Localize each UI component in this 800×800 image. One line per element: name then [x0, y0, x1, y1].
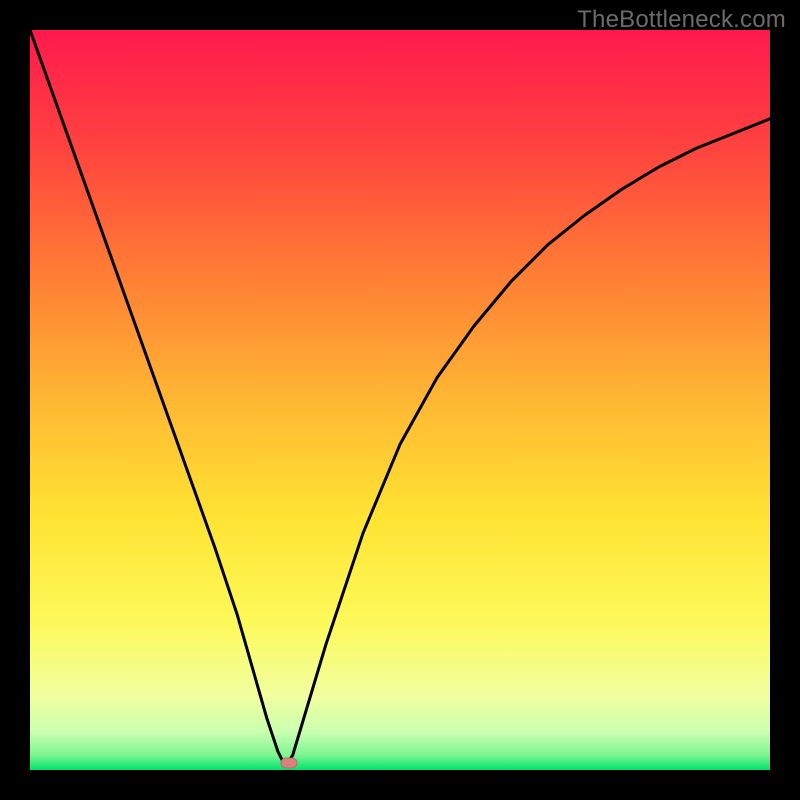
- chart-plot: [30, 30, 770, 770]
- chart-frame: TheBottleneck.com: [0, 0, 800, 800]
- optimal-point-marker: [281, 757, 298, 768]
- gradient-background: [30, 30, 770, 770]
